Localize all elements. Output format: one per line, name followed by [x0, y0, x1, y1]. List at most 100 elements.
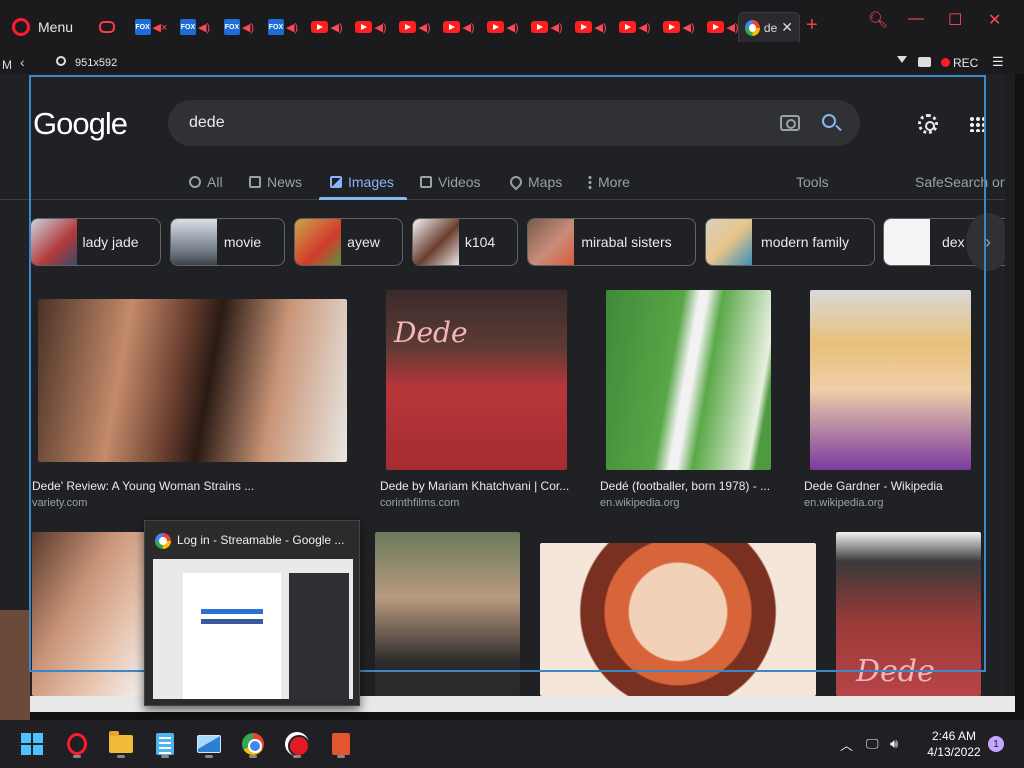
result-thumbnail[interactable]: [606, 290, 771, 470]
chip-lady-jade[interactable]: lady jade: [30, 218, 161, 266]
tab-youtube-8[interactable]: ◀): [616, 14, 654, 40]
taskbar-recorder[interactable]: [279, 728, 315, 760]
tab-maps[interactable]: Maps: [507, 170, 562, 194]
mute-icon[interactable]: ◀): [506, 21, 518, 34]
tab-youtube-3[interactable]: ◀): [396, 14, 434, 40]
mute-icon[interactable]: ◀): [242, 21, 254, 34]
running-indicator: [205, 755, 213, 758]
chip-mirabal-sisters[interactable]: mirabal sisters: [527, 218, 696, 266]
tools-button[interactable]: Tools: [796, 170, 829, 194]
chip-k104[interactable]: k104: [412, 218, 518, 266]
result-title[interactable]: Dede Gardner - Wikipedia: [804, 479, 943, 493]
search-icon[interactable]: [822, 114, 836, 128]
mute-icon[interactable]: ◀): [374, 21, 386, 34]
chip-movie[interactable]: movie: [170, 218, 285, 266]
taskbar-chrome[interactable]: [235, 728, 271, 760]
safesearch-button[interactable]: SafeSearch on: [915, 170, 1008, 194]
chip-ayew[interactable]: ayew: [294, 218, 403, 266]
mute-icon[interactable]: ◀×: [153, 21, 168, 34]
taskbar-photos[interactable]: [191, 728, 227, 760]
taskbar-notepad[interactable]: [147, 728, 183, 760]
mute-icon[interactable]: ◀): [726, 21, 738, 34]
tab-youtube-7[interactable]: ◀): [572, 14, 610, 40]
mute-icon[interactable]: ◀): [198, 21, 210, 34]
image-result-6[interactable]: [375, 532, 520, 696]
system-clock[interactable]: 2:46 AM 4/13/2022: [914, 728, 994, 760]
minimize-button[interactable]: —: [908, 10, 924, 28]
result-thumbnail[interactable]: [38, 299, 347, 462]
close-tab-icon[interactable]: ✕: [781, 19, 793, 36]
new-tab-button[interactable]: +: [806, 14, 818, 37]
search-box[interactable]: dede: [168, 100, 860, 146]
apps-grid-icon[interactable]: [969, 116, 985, 132]
result-source[interactable]: en.wikipedia.org: [600, 497, 680, 509]
mute-icon[interactable]: ◀): [682, 21, 694, 34]
tab-fox-4[interactable]: FOX ◀): [264, 14, 302, 40]
camera-icon[interactable]: [918, 57, 931, 67]
tab-youtube-4[interactable]: ◀): [440, 14, 478, 40]
mute-icon[interactable]: ◀): [286, 21, 298, 34]
start-button[interactable]: [14, 728, 50, 760]
mute-icon[interactable]: ◀): [330, 21, 342, 34]
tab-fox-3[interactable]: FOX ◀): [220, 14, 258, 40]
chevron-down-icon[interactable]: [897, 56, 907, 63]
taskbar-opera[interactable]: [59, 728, 95, 760]
show-hidden-icons[interactable]: ︿: [840, 720, 853, 768]
vertical-scrollbar[interactable]: [1005, 74, 1015, 712]
result-title[interactable]: Dede' Review: A Young Woman Strains ...: [32, 479, 254, 493]
tab-videos[interactable]: Videos: [420, 170, 481, 194]
taskbar-file-explorer[interactable]: [103, 728, 139, 760]
tab-fox-2[interactable]: FOX ◀): [176, 14, 214, 40]
tab-youtube-6[interactable]: ◀): [528, 14, 566, 40]
result-source[interactable]: variety.com: [32, 497, 87, 509]
tab-news[interactable]: News: [249, 170, 302, 194]
tab-google-active[interactable]: de ✕: [738, 12, 800, 42]
tab-youtube-2[interactable]: ◀): [352, 14, 390, 40]
network-icon[interactable]: 🖵︎: [866, 720, 879, 768]
mute-icon[interactable]: ◀): [594, 21, 606, 34]
tab-youtube-1[interactable]: ◀): [308, 14, 346, 40]
maximize-button[interactable]: ☐: [948, 10, 962, 30]
taskbar-preview-chrome[interactable]: Log in - Streamable - Google ...: [144, 520, 360, 706]
preview-thumbnail[interactable]: [153, 559, 353, 699]
tab-all[interactable]: All: [189, 170, 223, 194]
notification-badge[interactable]: 1: [988, 736, 1004, 752]
result-title[interactable]: Dedé (footballer, born 1978) - ...: [600, 479, 770, 493]
search-tabs-icon[interactable]: 🔍︎: [868, 10, 888, 30]
mute-icon[interactable]: ◀): [418, 21, 430, 34]
opera-menu-button[interactable]: Menu: [12, 14, 73, 40]
chrome-icon: [242, 733, 264, 755]
chevron-right-icon[interactable]: ›: [966, 213, 1010, 271]
tab-images[interactable]: Images: [330, 170, 394, 194]
record-icon[interactable]: [941, 58, 950, 67]
result-thumbnail[interactable]: [810, 290, 971, 470]
volume-icon[interactable]: 🔊︎: [890, 720, 898, 768]
more-dots-icon: [588, 175, 592, 189]
mute-icon[interactable]: ◀): [462, 21, 474, 34]
image-result-5[interactable]: [32, 532, 145, 696]
dvd-title: Dede: [856, 654, 935, 689]
close-window-button[interactable]: ✕: [988, 10, 1001, 30]
tab-gaming[interactable]: [88, 14, 126, 40]
image-result-7[interactable]: [540, 543, 816, 696]
search-input[interactable]: dede: [189, 114, 225, 132]
mute-icon[interactable]: ◀): [550, 21, 562, 34]
tab-fox-1[interactable]: FOX ◀×: [132, 14, 170, 40]
zoom-icon[interactable]: [56, 56, 66, 66]
chip-modern-family[interactable]: modern family: [705, 218, 875, 266]
taskbar-office[interactable]: [323, 728, 359, 760]
gear-icon[interactable]: [918, 114, 938, 134]
mute-icon[interactable]: ◀): [638, 21, 650, 34]
result-source[interactable]: corinthfilms.com: [380, 497, 459, 509]
camera-search-icon[interactable]: [780, 115, 800, 131]
tab-youtube-10[interactable]: ◀): [704, 14, 742, 40]
tab-more[interactable]: More: [588, 170, 630, 194]
result-source[interactable]: en.wikipedia.org: [804, 497, 884, 509]
youtube-icon: [487, 21, 505, 33]
chevron-left-icon[interactable]: ‹: [20, 54, 25, 70]
tab-youtube-5[interactable]: ◀): [484, 14, 522, 40]
google-logo[interactable]: Google: [33, 106, 128, 142]
tab-youtube-9[interactable]: ◀): [660, 14, 698, 40]
result-title[interactable]: Dede by Mariam Khatchvani | Cor...: [380, 479, 569, 493]
settings-sliders-icon[interactable]: ☰: [992, 54, 1004, 70]
